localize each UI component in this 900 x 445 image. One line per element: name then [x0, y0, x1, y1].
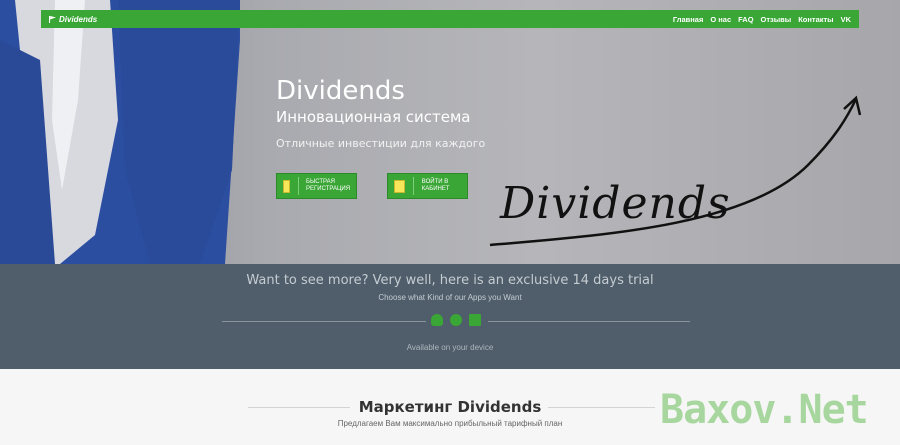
suit-background-image [0, 0, 240, 264]
button-divider [412, 177, 414, 195]
trial-subline: Choose what Kind of our Apps you Want [378, 293, 522, 302]
nav-about[interactable]: О нас [710, 15, 731, 24]
app-platform-icons [431, 314, 481, 326]
note-icon [283, 179, 290, 193]
hero-section: Dividends Главная О нас FAQ Отзывы Конта… [0, 0, 900, 264]
watermark-logo: Baxov.Net [660, 387, 869, 433]
register-label: Быстрая регистрация [306, 178, 351, 193]
trial-band: Want to see more? Very well, here is an … [0, 264, 900, 369]
trial-headline: Want to see more? Very well, here is an … [246, 273, 654, 288]
apple-icon[interactable] [450, 314, 462, 326]
hero-subtitle: Инновационная система [276, 108, 471, 126]
note-icon [394, 179, 405, 193]
nav-vk[interactable]: VK [841, 15, 851, 24]
site-logo[interactable]: Dividends [49, 15, 97, 24]
growth-arrow-icon [489, 95, 862, 247]
nav-home[interactable]: Главная [673, 15, 704, 24]
divider-line [548, 407, 655, 408]
nav-contacts[interactable]: Контакты [798, 15, 833, 24]
android-icon[interactable] [431, 314, 443, 326]
nav-reviews[interactable]: Отзывы [761, 15, 792, 24]
flag-icon [49, 15, 56, 23]
hero-script-text: Dividends [500, 178, 731, 229]
login-cabinet-button[interactable]: Войти в кабинет [387, 173, 468, 199]
quick-register-button[interactable]: Быстрая регистрация [276, 173, 357, 199]
trial-footer-text: Available on your device [406, 343, 494, 352]
main-nav: Главная О нас FAQ Отзывы Контакты VK [673, 15, 851, 24]
hero-title: Dividends [276, 76, 405, 106]
hero-tagline: Отличные инвестиции для каждого [276, 137, 486, 150]
login-label: Войти в кабинет [421, 178, 450, 193]
top-navbar: Dividends Главная О нас FAQ Отзывы Конта… [41, 10, 859, 28]
divider-line [488, 321, 690, 322]
windows-icon[interactable] [469, 314, 481, 326]
divider-line [222, 321, 426, 322]
marketing-section: Маркетинг Dividends Предлагаем Вам макси… [0, 369, 900, 445]
logo-text: Dividends [59, 14, 98, 24]
nav-faq[interactable]: FAQ [738, 15, 753, 24]
